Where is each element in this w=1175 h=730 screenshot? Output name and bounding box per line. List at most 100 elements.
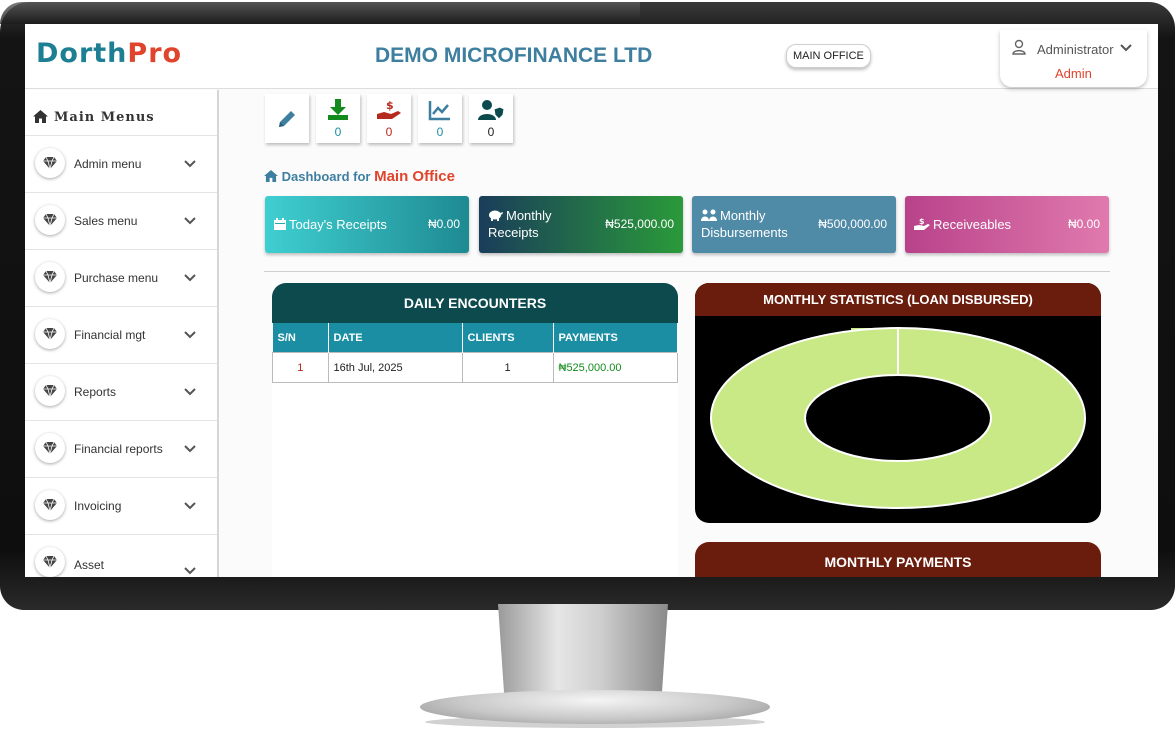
quick-action-count: 0 [436,125,444,139]
daily-encounters-panel: DAILY ENCOUNTERS S/N DATE CLIENTS PAYMEN… [272,283,678,577]
loan-disbursed-donut-chart: Jul, 2025 [710,327,1086,509]
card-amount: ₦0.00 [1067,217,1100,231]
column-header-sn: S/N [272,323,329,353]
sidebar-item-reports[interactable]: Reports [25,363,217,421]
office-button[interactable]: MAIN OFFICE [786,44,871,68]
sidebar-item-admin-menu[interactable]: Admin menu [25,135,217,193]
quick-action-edit[interactable] [265,94,309,143]
card-receiveables[interactable]: $ Receiveables ₦0.00 [905,196,1109,253]
user-menu[interactable]: Administrator Admin [1000,30,1147,87]
column-header-date: DATE [328,323,463,353]
card-amount: ₦500,000.00 [818,217,887,231]
card-monthly-receipts[interactable]: Monthly Receipts ₦525,000.00 [479,196,683,253]
card-todays-receipts[interactable]: Today's Receipts ₦0.00 [265,196,469,253]
sidebar: Main Menus Admin menu Sales menu Purchas… [25,90,219,577]
user-shield-icon [478,100,505,120]
card-label: $ Receiveables [914,216,1011,233]
sidebar-item-label: Admin menu [74,157,142,171]
dashboard-office-name: Main Office [374,168,455,185]
monitor-base [420,690,770,724]
trend-chart-icon [428,101,450,121]
daily-encounters-title: DAILY ENCOUNTERS [272,283,678,323]
sidebar-item-sales-menu[interactable]: Sales menu [25,192,217,250]
sidebar-title-text: Main Menus [54,110,155,125]
chevron-down-icon[interactable] [183,213,197,231]
sidebar-item-purchase-menu[interactable]: Purchase menu [25,249,217,307]
card-label-text: Receiveables [933,217,1012,232]
cell-date: 16th Jul, 2025 [327,352,463,383]
quick-action-trend[interactable]: 0 [418,94,462,143]
cell-sn: 1 [272,352,329,383]
monthly-statistics-title: MONTHLY STATISTICS (LOAN DISBURSED) [695,283,1101,316]
cell-payments: ₦525,000.00 [552,352,678,383]
sidebar-item-asset[interactable]: Asset [25,534,217,577]
chevron-down-icon[interactable] [183,156,197,174]
sidebar-item-financial-mgt[interactable]: Financial mgt [25,306,217,364]
chevron-down-icon[interactable] [183,563,197,577]
chevron-down-icon[interactable] [183,270,197,288]
home-icon [264,170,278,182]
logo[interactable]: DorthPro [36,38,182,69]
quick-action-receive-money[interactable]: $ 0 [367,94,411,143]
card-amount: ₦0.00 [427,217,460,231]
donut-hole [804,374,992,462]
sidebar-item-label: Sales menu [74,214,138,228]
top-bar: DorthPro DEMO MICROFINANCE LTD MAIN OFFI… [25,24,1158,89]
monthly-payments-panel: MONTHLY PAYMENTS [695,542,1101,577]
card-amount: ₦525,000.00 [605,217,674,231]
monitor-neck [498,604,668,704]
monthly-statistics-panel: MONTHLY STATISTICS (LOAN DISBURSED) Jul,… [695,283,1101,523]
daily-encounters-table: S/N DATE CLIENTS PAYMENTS 1 16th Jul, 20… [272,323,678,383]
sidebar-title: Main Menus [33,110,155,125]
download-icon [328,99,348,120]
chevron-down-icon[interactable] [183,498,197,516]
diamond-icon [35,547,65,577]
home-icon [33,110,48,123]
quick-action-count: 0 [487,125,495,139]
sidebar-item-label: Financial mgt [74,328,146,342]
diamond-icon [35,376,65,406]
hand-money-icon: $ [914,217,930,230]
people-icon [701,209,717,221]
svg-text:$: $ [919,217,925,226]
monitor-gloss [0,2,640,24]
piggy-bank-icon [489,210,503,221]
sidebar-item-label: Financial reports [74,442,163,456]
calendar-icon [274,218,286,230]
sidebar-item-label: Reports [74,385,117,399]
logo-text-dorth: Dorth [36,38,128,69]
card-label: Monthly Receipts [488,207,568,241]
diamond-icon [35,433,65,463]
logo-text-pro: Pro [127,38,183,69]
column-header-clients: CLIENTS [462,323,554,353]
diamond-icon [35,319,65,349]
table-row[interactable]: 1 16th Jul, 2025 1 ₦525,000.00 [272,352,678,383]
quick-action-download[interactable]: 0 [316,94,360,143]
diamond-icon [35,262,65,292]
diamond-icon [35,490,65,520]
svg-text:$: $ [386,99,394,112]
user-icon [1012,39,1026,60]
card-monthly-disbursements[interactable]: Monthly Disbursements ₦500,000.00 [692,196,896,253]
sidebar-item-label: Invoicing [74,499,122,513]
card-label: Monthly Disbursements [701,207,801,241]
chevron-down-icon[interactable] [183,384,197,402]
sidebar-item-invoicing[interactable]: Invoicing [25,477,217,535]
quick-action-count: 0 [334,125,342,139]
cell-clients: 1 [461,352,554,383]
table-header-row: S/N DATE CLIENTS PAYMENTS [272,323,678,353]
divider [264,271,1110,272]
sidebar-item-financial-reports[interactable]: Financial reports [25,420,217,478]
receive-money-icon: $ [377,99,401,119]
edit-icon [279,111,295,127]
sidebar-item-label: Purchase menu [74,271,159,285]
monthly-payments-title: MONTHLY PAYMENTS [824,554,972,570]
card-label: Today's Receipts [274,216,387,233]
sidebar-item-label: Asset [74,558,105,572]
chevron-down-icon[interactable] [1119,40,1133,58]
chevron-down-icon[interactable] [183,441,197,459]
app-screen: DorthPro DEMO MICROFINANCE LTD MAIN OFFI… [25,24,1158,577]
quick-action-user-shield[interactable]: 0 [469,94,513,143]
column-header-payments: PAYMENTS [553,323,678,353]
chevron-down-icon[interactable] [183,327,197,345]
